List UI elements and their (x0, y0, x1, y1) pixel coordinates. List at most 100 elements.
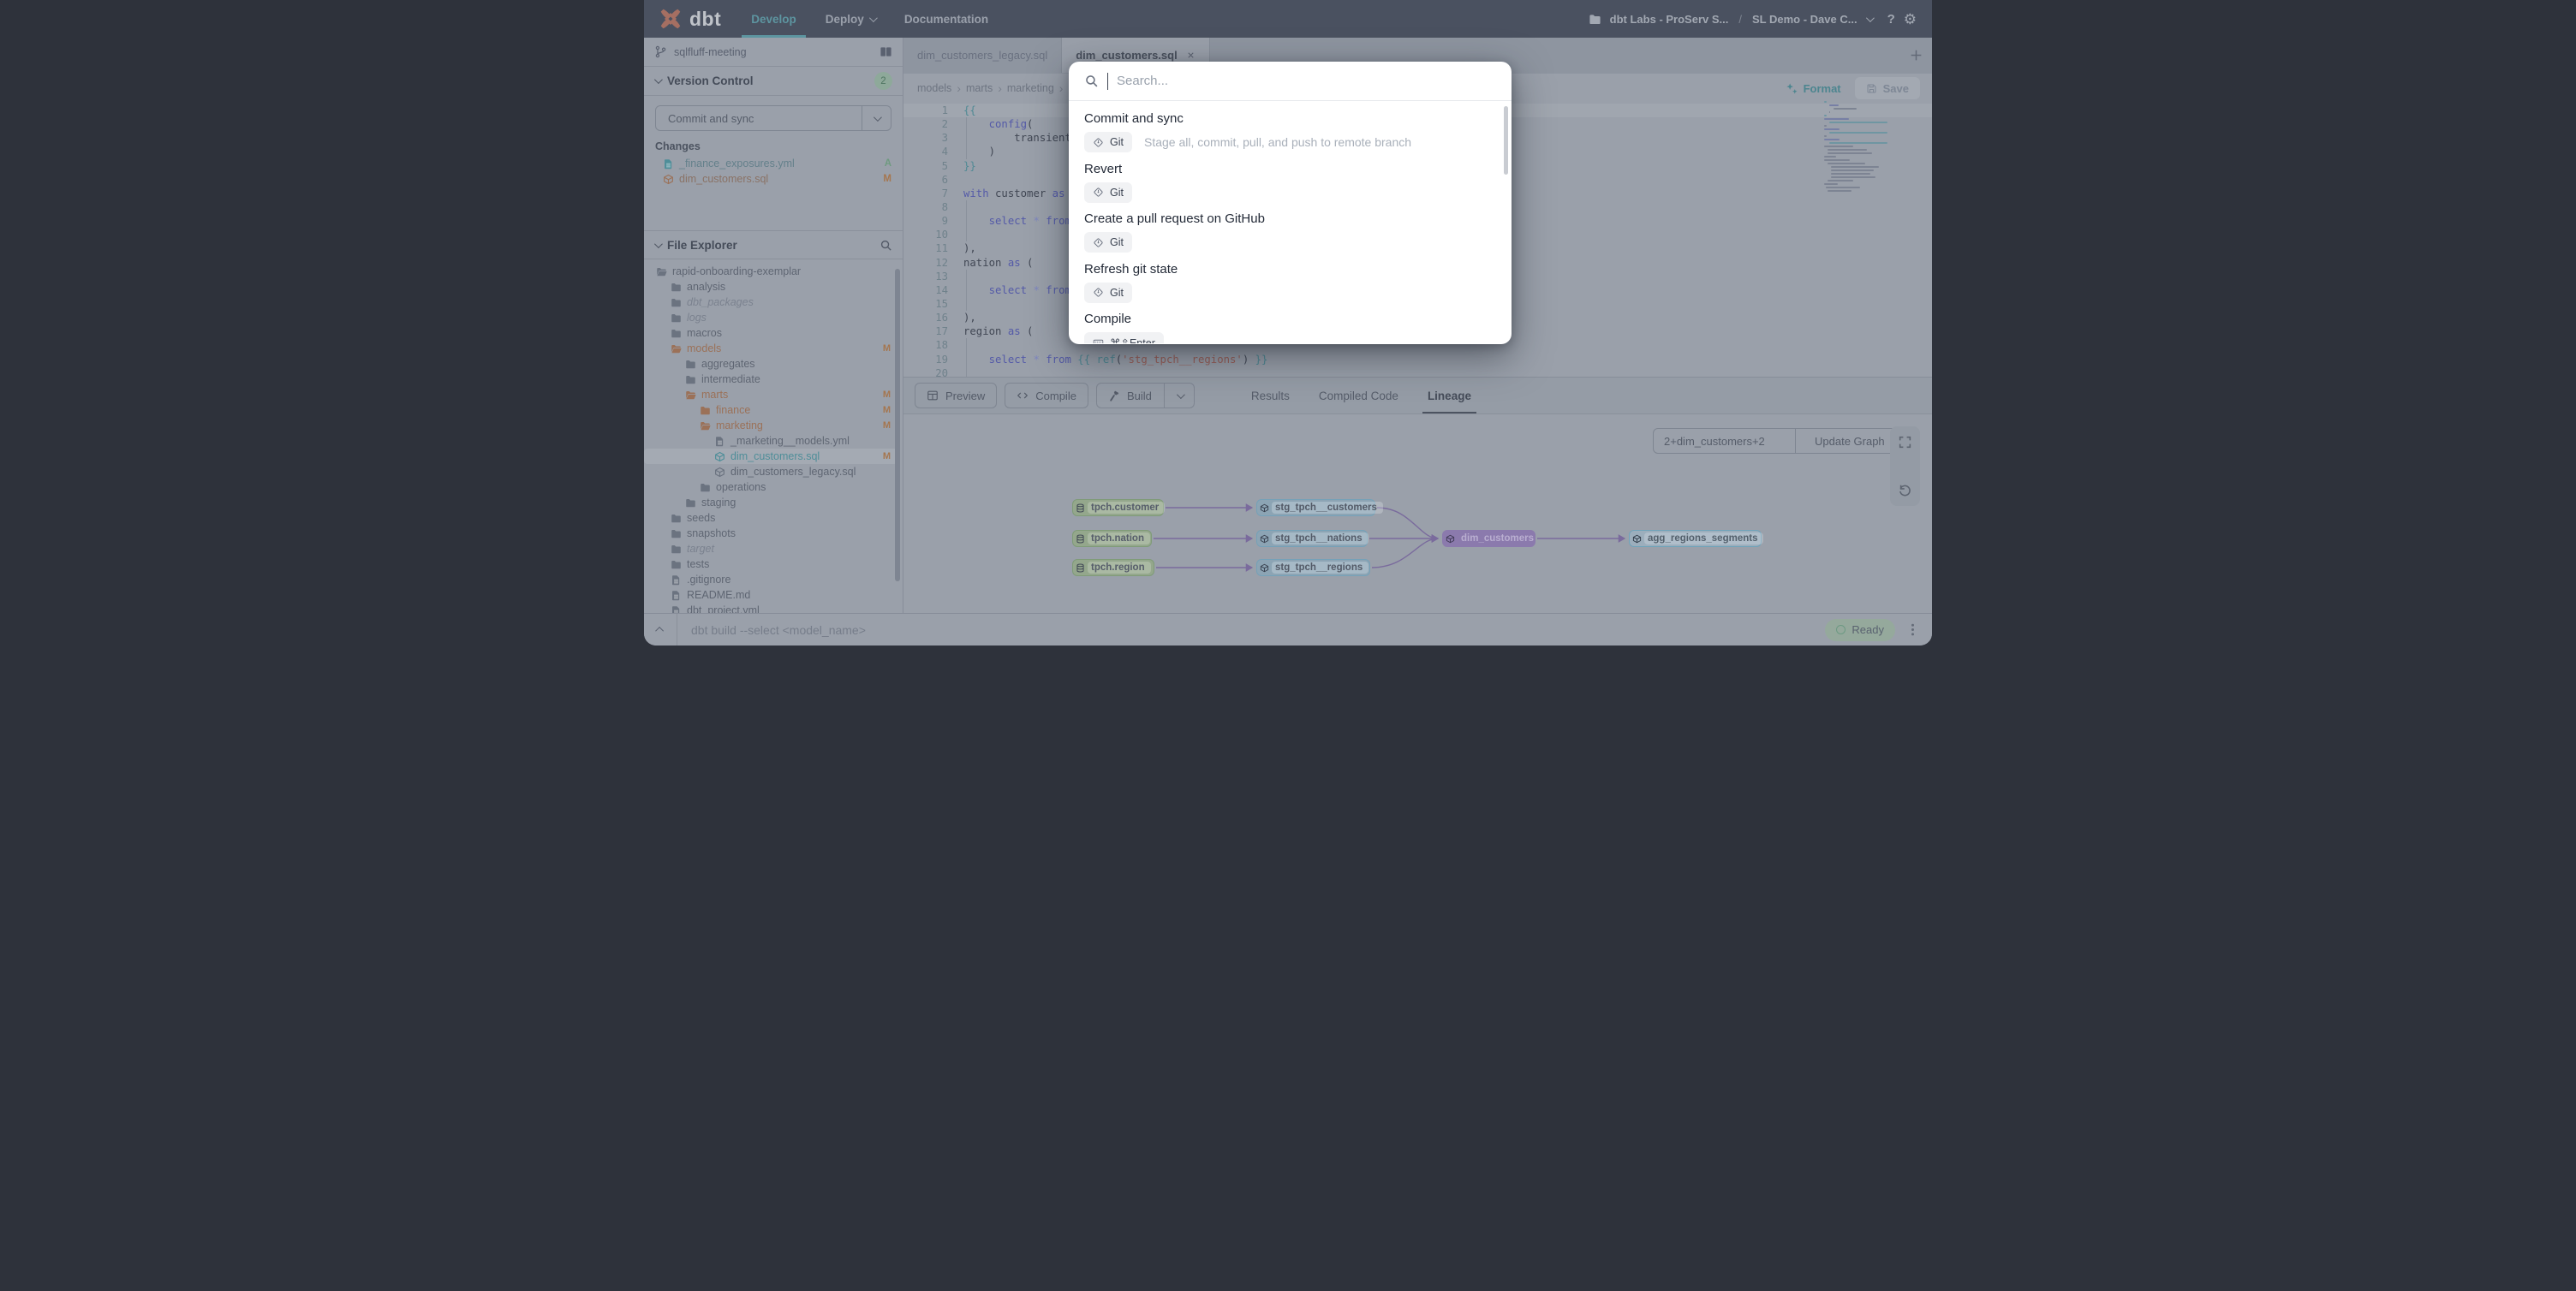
git-branch-icon (654, 45, 667, 58)
tab-results[interactable]: Results (1251, 378, 1290, 413)
tab-lineage[interactable]: Lineage (1428, 378, 1471, 413)
command-title: Refresh git state (1084, 262, 1496, 277)
tree-item-rapid-onboarding-exemplar[interactable]: rapid-onboarding-exemplar (644, 264, 897, 279)
build-button[interactable]: Build (1096, 383, 1195, 408)
collapse-chevron-up-icon[interactable] (644, 627, 677, 633)
command-item-compile[interactable]: Compile⌘⇧Enter (1084, 312, 1496, 343)
compile-button[interactable]: Compile (1005, 383, 1088, 408)
tree-item-finance[interactable]: financeM (644, 402, 897, 418)
minimap-line (1824, 101, 1827, 103)
tree-item-dbt_packages[interactable]: dbt_packages (644, 294, 897, 310)
lineage-node-stg_tpch__regions[interactable]: stg_tpch__regions (1256, 559, 1370, 576)
project-chevron-down-icon[interactable] (1866, 14, 1875, 22)
project-name[interactable]: SL Demo - Dave C... (1752, 13, 1857, 26)
change-item[interactable]: _finance_exposures.ymlA (644, 156, 903, 171)
tree-item-target[interactable]: target (644, 541, 897, 556)
dbt-command-input[interactable] (677, 614, 1825, 646)
new-tab-plus-icon[interactable] (1909, 48, 1923, 62)
preview-button[interactable]: Preview (915, 383, 997, 408)
tree-item-dim_customers_legacy.sql[interactable]: dim_customers_legacy.sql (644, 464, 897, 479)
tree-item-snapshots[interactable]: snapshots (644, 526, 897, 541)
tree-item-logs[interactable]: logs (644, 310, 897, 325)
tree-item-aggregates[interactable]: aggregates (644, 356, 897, 372)
editor-tab-dim_customers_legacy.sql[interactable]: dim_customers_legacy.sql (903, 38, 1062, 73)
tab-compiled-code[interactable]: Compiled Code (1319, 378, 1398, 413)
dbt-logo[interactable]: dbt (644, 6, 736, 32)
tree-item-operations[interactable]: operations (644, 479, 897, 495)
lineage-filter-input[interactable] (1653, 428, 1796, 454)
commit-and-sync-button[interactable]: Commit and sync (655, 105, 891, 131)
tree-item-intermediate[interactable]: intermediate (644, 372, 897, 387)
sidebar: sqlfluff-meeting Version Control 2 Commi… (644, 38, 903, 613)
split-view-icon[interactable] (880, 45, 892, 58)
nav-documentation[interactable]: Documentation (890, 0, 1003, 38)
tree-item-models[interactable]: modelsM (644, 341, 897, 356)
tree-item-.gitignore[interactable]: .gitignore (644, 572, 897, 587)
code-line-19[interactable]: 19 select * from {{ ref('stg_tpch__regio… (903, 353, 1932, 366)
command-item-commit-and-sync[interactable]: Commit and syncGitStage all, commit, pul… (1084, 111, 1496, 152)
lineage-node-stg_tpch__nations[interactable]: stg_tpch__nations (1256, 530, 1368, 547)
settings-gear-icon[interactable]: ⚙ (1904, 12, 1917, 27)
folder-icon (671, 528, 682, 539)
folder-icon (671, 297, 682, 308)
changes-list: _finance_exposures.ymlAdim_customers.sql… (644, 156, 903, 187)
nav-deploy[interactable]: Deploy (811, 0, 890, 38)
sidebar-scrollbar[interactable] (895, 269, 900, 581)
build-options-chevron[interactable] (1170, 393, 1183, 399)
hammer-icon (1108, 390, 1120, 402)
tree-item-staging[interactable]: staging (644, 495, 897, 510)
commit-options-chevron[interactable] (862, 106, 891, 130)
tree-item-dim_customers.sql[interactable]: dim_customers.sqlM (644, 449, 897, 464)
tree-item-macros[interactable]: macros (644, 325, 897, 341)
minimap-line (1834, 108, 1857, 110)
tree-item-dbt_project.yml[interactable]: dbt_project.yml (644, 603, 897, 613)
save-button[interactable]: Save (1855, 77, 1920, 99)
lineage-canvas[interactable]: tpch.customer tpch.nation tpch.region stg_t… (903, 414, 1932, 613)
editor-minimap[interactable] (1824, 101, 1891, 193)
modal-scrollbar[interactable] (1504, 106, 1508, 175)
line-number: 9 (903, 214, 948, 228)
minimap-line (1824, 159, 1850, 161)
minimap-line (1828, 163, 1865, 164)
command-search-input[interactable] (1117, 74, 1496, 88)
command-item-refresh-git-state[interactable]: Refresh git stateGit (1084, 262, 1496, 303)
git-branch-row[interactable]: sqlfluff-meeting (644, 38, 903, 67)
nav-develop[interactable]: Develop (736, 0, 811, 38)
git-icon (1093, 237, 1104, 248)
change-item[interactable]: dim_customers.sqlM (644, 171, 903, 187)
tree-item-README.md[interactable]: README.md (644, 587, 897, 603)
line-number: 12 (903, 256, 948, 270)
file-explorer-header[interactable]: File Explorer (644, 230, 903, 259)
code-line-20[interactable]: 20 (903, 366, 1932, 377)
lineage-node-tpch.nation[interactable]: tpch.nation (1072, 530, 1152, 547)
folder-icon (700, 405, 711, 416)
lineage-node-agg_regions_segments[interactable]: agg_regions_segments (1629, 530, 1762, 547)
format-button[interactable]: Format (1786, 82, 1841, 95)
lineage-side-controls (1890, 426, 1920, 506)
lineage-node-tpch.region[interactable]: tpch.region (1072, 559, 1154, 576)
kebab-menu-icon[interactable] (1905, 622, 1920, 637)
tree-item-marts[interactable]: martsM (644, 387, 897, 402)
tree-item-analysis[interactable]: analysis (644, 279, 897, 294)
file-search-icon[interactable] (880, 239, 892, 252)
lineage-node-dim_customers[interactable]: dim_customers (1442, 530, 1535, 547)
help-icon[interactable]: ? (1887, 12, 1895, 27)
file-doc-icon (671, 605, 682, 614)
update-graph-button[interactable]: Update Graph (1796, 428, 1905, 454)
tree-item-_marketing__models.yml[interactable]: _marketing__models.yml (644, 433, 897, 449)
command-item-create-a-pull-request-on-github[interactable]: Create a pull request on GitHubGit (1084, 211, 1496, 253)
tree-item-marketing[interactable]: marketingM (644, 418, 897, 433)
tree-item-tests[interactable]: tests (644, 556, 897, 572)
deploy-chevron-down-icon (869, 14, 878, 22)
tree-item-seeds[interactable]: seeds (644, 510, 897, 526)
lineage-node-stg_tpch__customers[interactable]: stg_tpch__customers (1256, 499, 1375, 516)
lineage-node-tpch.customer[interactable]: tpch.customer (1072, 499, 1164, 516)
folder-icon (700, 482, 711, 493)
command-item-revert[interactable]: RevertGit (1084, 162, 1496, 203)
topbar: dbt DevelopDeployDocumentation dbt Labs … (644, 0, 1932, 38)
version-control-header[interactable]: Version Control 2 (644, 67, 903, 96)
line-number: 10 (903, 228, 948, 241)
reset-view-icon[interactable] (1898, 483, 1912, 497)
account-name[interactable]: dbt Labs - ProServ S... (1610, 13, 1729, 26)
fullscreen-expand-icon[interactable] (1898, 435, 1912, 449)
